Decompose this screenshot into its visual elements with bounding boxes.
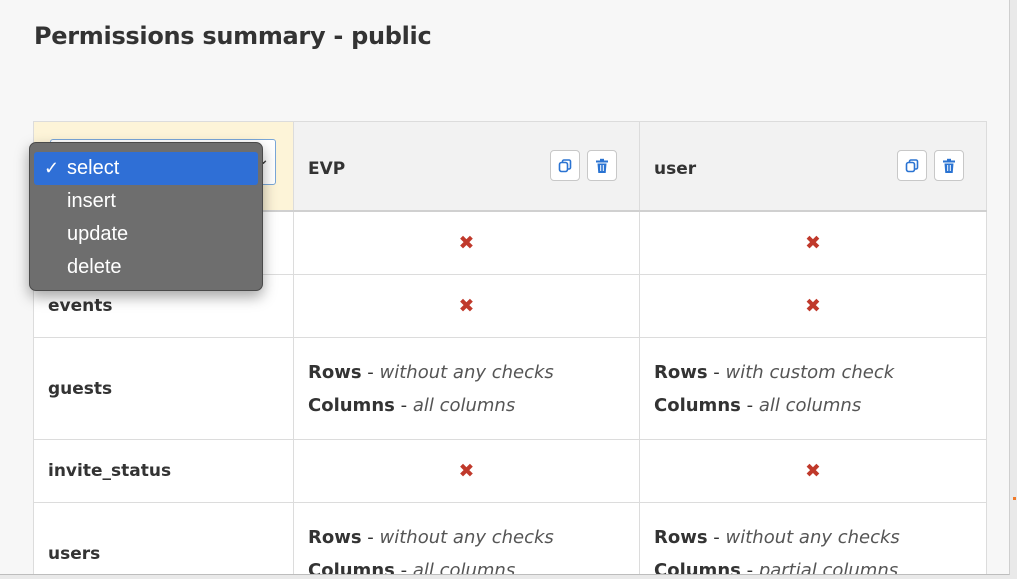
separator: - — [361, 361, 380, 383]
copy-icon — [905, 158, 919, 172]
permission-cell[interactable]: ✖ — [293, 439, 640, 503]
table-name: users — [33, 502, 294, 574]
permission-cell[interactable]: Rows - without any checks Columns - part… — [639, 502, 987, 575]
option-label: insert — [67, 190, 116, 212]
dropdown-option-insert[interactable]: insert — [30, 185, 262, 218]
dropdown-option-update[interactable]: update — [30, 218, 262, 251]
rows-label: Rows — [308, 361, 362, 383]
rows-value: with custom check — [725, 361, 895, 383]
deny-icon: ✖ — [805, 460, 821, 482]
table-row: guests Rows - without any checks Columns… — [33, 337, 987, 440]
columns-permission: Columns - all columns — [308, 389, 625, 422]
action-dropdown-menu: ✓ select insert update delete — [29, 142, 263, 291]
permission-cell[interactable]: ✖ — [293, 210, 640, 275]
rows-value: without any checks — [379, 361, 554, 383]
separator: - — [707, 361, 726, 383]
columns-permission: Columns - all columns — [654, 389, 972, 422]
separator: - — [394, 559, 413, 575]
columns-label: Columns — [308, 394, 395, 416]
table-row: users Rows - without any checks Columns … — [33, 502, 987, 575]
rows-label: Rows — [654, 361, 708, 383]
permission-cell[interactable]: ✖ — [293, 274, 640, 338]
permission-cell[interactable]: Rows - without any checks Columns - all … — [293, 502, 640, 575]
delete-role-button[interactable] — [934, 150, 964, 181]
trash-icon — [943, 158, 955, 173]
rows-label: Rows — [308, 526, 362, 548]
checkmark-icon: ✓ — [44, 158, 60, 178]
deny-icon: ✖ — [805, 295, 821, 317]
copy-icon — [558, 158, 572, 172]
separator: - — [707, 526, 726, 548]
dropdown-option-delete[interactable]: delete — [30, 251, 262, 284]
deny-icon: ✖ — [458, 460, 475, 482]
trash-icon — [596, 158, 608, 173]
option-label: select — [67, 157, 120, 179]
rows-permission: Rows - without any checks — [308, 356, 625, 389]
columns-value: all columns — [758, 394, 862, 416]
deny-icon: ✖ — [805, 231, 821, 254]
columns-permission: Columns - partial columns — [654, 554, 972, 575]
option-label: update — [67, 223, 129, 245]
columns-permission: Columns - all columns — [308, 554, 625, 575]
rows-value: without any checks — [725, 526, 900, 548]
separator: - — [740, 394, 759, 416]
copy-role-button[interactable] — [550, 150, 580, 181]
copy-role-button[interactable] — [897, 150, 927, 181]
columns-label: Columns — [654, 394, 741, 416]
rows-permission: Rows - with custom check — [654, 356, 972, 389]
edge-marker — [1013, 497, 1016, 500]
rows-permission: Rows - without any checks — [654, 521, 972, 554]
role-name: user — [654, 159, 697, 179]
role-header-evp: EVP — [293, 121, 640, 212]
permission-cell[interactable]: ✖ — [639, 210, 987, 275]
dropdown-option-select[interactable]: ✓ select — [34, 152, 258, 185]
page-title: Permissions summary - public — [34, 22, 432, 50]
separator: - — [740, 559, 759, 575]
rows-permission: Rows - without any checks — [308, 521, 625, 554]
role-header-user: user — [639, 121, 987, 212]
table-row: invite_status ✖ ✖ — [33, 439, 987, 503]
columns-label: Columns — [654, 559, 741, 575]
table-name: invite_status — [33, 439, 294, 503]
columns-value: partial columns — [758, 559, 899, 575]
deny-icon: ✖ — [458, 231, 475, 254]
permission-cell[interactable]: ✖ — [639, 439, 987, 503]
columns-label: Columns — [308, 559, 395, 575]
rows-value: without any checks — [379, 526, 554, 548]
permission-cell[interactable]: Rows - with custom check Columns - all c… — [639, 337, 987, 440]
columns-value: all columns — [412, 559, 516, 575]
columns-value: all columns — [412, 394, 516, 416]
deny-icon: ✖ — [458, 295, 475, 317]
permission-cell[interactable]: ✖ — [639, 274, 987, 338]
permissions-panel: Permissions summary - public ⌄ EVP user … — [0, 0, 1010, 575]
separator: - — [394, 394, 413, 416]
role-name: EVP — [308, 159, 346, 179]
permission-cell[interactable]: Rows - without any checks Columns - all … — [293, 337, 640, 440]
delete-role-button[interactable] — [587, 150, 617, 181]
option-label: delete — [67, 256, 122, 278]
table-name: guests — [33, 337, 294, 440]
rows-label: Rows — [654, 526, 708, 548]
separator: - — [361, 526, 380, 548]
